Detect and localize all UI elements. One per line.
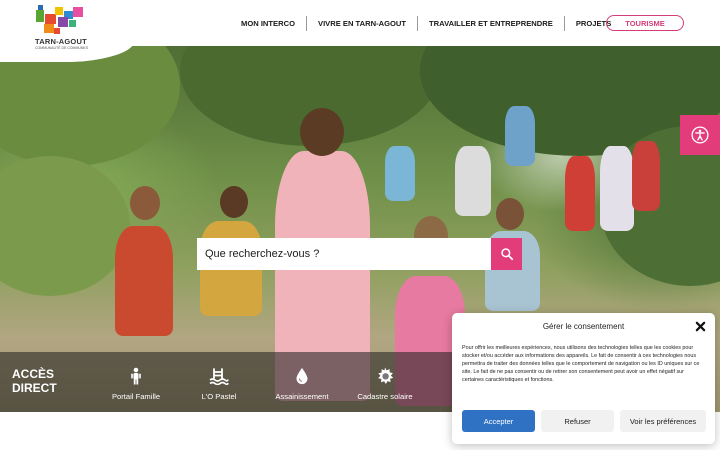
logo-subtitle: COMMUNAUTÉ DE COMMUNES <box>35 46 89 50</box>
search-icon <box>500 248 513 261</box>
direct-item-label: Portail Famille <box>111 392 161 401</box>
direct-item-label: L'O Pastel <box>201 392 237 401</box>
logo-name: TARN-AGOUT <box>35 37 87 46</box>
direct-item-portail-famille[interactable]: Portail Famille <box>91 366 181 401</box>
search-button[interactable] <box>491 238 522 270</box>
family-icon <box>131 367 141 385</box>
water-drop-icon <box>296 368 308 385</box>
direct-access-bar: ACCÈS DIRECT Portail Famille L'O Pastel … <box>0 352 452 412</box>
logo[interactable]: TARN-AGOUT COMMUNAUTÉ DE COMMUNES <box>0 0 135 62</box>
direct-item-label: Cadastre solaire <box>357 392 413 401</box>
accessibility-button[interactable] <box>680 115 720 155</box>
search-bar <box>197 238 522 270</box>
site-header: TARN-AGOUT COMMUNAUTÉ DE COMMUNES MON IN… <box>0 0 720 62</box>
swimming-icon <box>209 368 229 385</box>
main-nav: MON INTERCO VIVRE EN TARN-AGOUT TRAVAILL… <box>230 0 622 46</box>
refuse-button[interactable]: Refuser <box>541 410 614 432</box>
direct-item-cadastre-solaire[interactable]: Cadastre solaire <box>340 366 430 401</box>
direct-item-label: Assainissement <box>275 392 329 401</box>
accessibility-icon <box>691 126 709 144</box>
sun-icon <box>378 367 394 384</box>
nav-item-travailler[interactable]: TRAVAILLER ET ENTREPRENDRE <box>418 19 564 28</box>
close-icon[interactable] <box>695 321 706 332</box>
direct-item-assainissement[interactable]: Assainissement <box>257 366 347 401</box>
accept-button[interactable]: Accepter <box>462 410 535 432</box>
direct-item-o-pastel[interactable]: L'O Pastel <box>174 366 264 401</box>
page: TARN-AGOUT COMMUNAUTÉ DE COMMUNES MON IN… <box>0 0 720 450</box>
consent-dialog: Gérer le consentement Pour offrir les me… <box>452 313 715 444</box>
consent-text: Pour offrir les meilleures expériences, … <box>462 345 700 383</box>
nav-item-vivre[interactable]: VIVRE EN TARN-AGOUT <box>307 19 417 28</box>
consent-title: Gérer le consentement <box>542 322 625 331</box>
preferences-button[interactable]: Voir les préférences <box>620 410 706 432</box>
nav-item-mon-interco[interactable]: MON INTERCO <box>230 19 306 28</box>
direct-access-title: ACCÈS DIRECT <box>12 367 57 395</box>
search-input[interactable] <box>197 238 491 270</box>
tourisme-button[interactable]: TOURISME <box>606 15 684 31</box>
logo-mark-icon <box>36 5 86 37</box>
